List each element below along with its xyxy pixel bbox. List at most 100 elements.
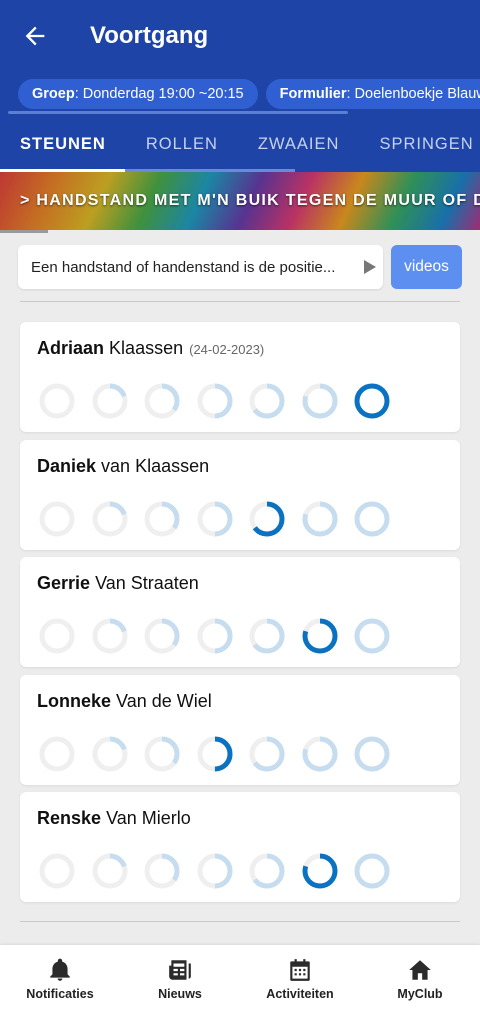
nav-myclub[interactable]: MyClub (360, 945, 480, 1013)
divider (20, 301, 460, 302)
progress-ring[interactable] (38, 382, 76, 420)
chip-value: : Doelenboekje Blauw (346, 86, 480, 102)
chips-scrollbar[interactable] (8, 111, 348, 114)
play-icon (357, 260, 383, 274)
filter-chips: Groep: Donderdag 19:00 ~20:15 Formulier:… (0, 72, 480, 116)
progress-ring[interactable] (143, 500, 181, 538)
progress-ring-active[interactable] (196, 735, 234, 773)
tab-zwaaien[interactable]: ZWAAIEN (258, 135, 340, 154)
progress-ring[interactable] (38, 617, 76, 655)
progress-ring[interactable] (143, 382, 181, 420)
form-chip[interactable]: Formulier: Doelenboekje Blauw (265, 79, 480, 109)
tab-steunen[interactable]: STEUNEN (20, 135, 106, 154)
progress-rings (38, 852, 406, 890)
progress-ring[interactable] (91, 735, 129, 773)
progress-rings (38, 617, 406, 655)
student-card: Renske Van Mierlo (20, 792, 460, 902)
arrow-left-icon (25, 26, 45, 46)
nav-nieuws[interactable]: Nieuws (120, 945, 240, 1013)
videos-button[interactable]: videos (391, 245, 462, 289)
progress-ring[interactable] (196, 500, 234, 538)
progress-ring[interactable] (301, 500, 339, 538)
last-name: Van Straaten (95, 573, 199, 593)
progress-ring[interactable] (91, 382, 129, 420)
first-name: Daniek (37, 456, 97, 476)
last-name: van Klaassen (101, 456, 210, 476)
progress-ring[interactable] (196, 617, 234, 655)
last-name: Van de Wiel (116, 691, 212, 711)
ring-progress (354, 383, 390, 419)
progress-ring-active[interactable] (301, 852, 339, 890)
back-button[interactable] (0, 0, 70, 72)
first-name: Renske (37, 808, 102, 828)
last-name: Klaassen (109, 338, 184, 358)
progress-ring[interactable] (248, 617, 286, 655)
progress-ring[interactable] (301, 382, 339, 420)
progress-ring[interactable] (248, 852, 286, 890)
group-chip[interactable]: Groep: Donderdag 19:00 ~20:15 (18, 79, 258, 109)
progress-ring-active[interactable] (301, 617, 339, 655)
progress-ring-active[interactable] (353, 382, 391, 420)
bottom-navigation: Notificaties Nieuws Activiteiten MyClub (0, 945, 480, 1013)
calendar-icon (290, 959, 310, 981)
description-text: Een handstand of handenstand is de posit… (31, 258, 336, 276)
banner-scrollbar[interactable] (0, 230, 48, 233)
nav-notificaties[interactable]: Notificaties (0, 945, 120, 1013)
first-name: Lonneke (37, 691, 112, 711)
ring-track (39, 853, 75, 889)
student-card: Gerrie Van Straaten (20, 557, 460, 667)
progress-ring[interactable] (91, 500, 129, 538)
home-icon (409, 960, 431, 980)
progress-ring[interactable] (143, 852, 181, 890)
progress-ring[interactable] (38, 500, 76, 538)
progress-ring[interactable] (91, 617, 129, 655)
student-name: Gerrie Van Straaten (37, 573, 205, 594)
ring-track (39, 736, 75, 772)
nav-label: MyClub (397, 987, 443, 1001)
student-name: Renske Van Mierlo (37, 808, 197, 829)
progress-ring[interactable] (353, 617, 391, 655)
progress-rings (38, 735, 406, 773)
description-box[interactable]: Een handstand of handenstand is de posit… (18, 245, 383, 289)
date-label: (24-02-2023) (189, 342, 265, 357)
tab-springen[interactable]: SPRINGEN (379, 135, 473, 154)
nav-activiteiten[interactable]: Activiteiten (240, 945, 360, 1013)
divider (20, 921, 460, 922)
progress-ring[interactable] (196, 852, 234, 890)
progress-ring[interactable] (38, 852, 76, 890)
bell-icon (50, 958, 70, 981)
progress-ring[interactable] (91, 852, 129, 890)
tab-rollen[interactable]: ROLLEN (146, 135, 218, 154)
progress-ring[interactable] (248, 735, 286, 773)
app-bar: Voortgang (0, 0, 480, 72)
progress-ring[interactable] (248, 382, 286, 420)
progress-ring[interactable] (143, 617, 181, 655)
nav-label: Nieuws (158, 987, 202, 1001)
ring-progress (354, 501, 390, 537)
ring-track (39, 383, 75, 419)
progress-ring[interactable] (143, 735, 181, 773)
ring-progress (354, 853, 390, 889)
progress-rings (38, 382, 406, 420)
student-name: Lonneke Van de Wiel (37, 691, 218, 712)
first-name: Gerrie (37, 573, 91, 593)
ring-track (39, 618, 75, 654)
first-name: Adriaan (37, 338, 105, 358)
student-card: Lonneke Van de Wiel (20, 675, 460, 785)
last-name: Van Mierlo (106, 808, 191, 828)
exercise-banner[interactable]: > HANDSTAND MET M'N BUIK TEGEN DE MUUR O… (0, 172, 480, 230)
progress-rings (38, 500, 406, 538)
chip-key: Formulier (279, 86, 347, 102)
progress-ring[interactable] (353, 735, 391, 773)
progress-ring[interactable] (353, 852, 391, 890)
progress-ring[interactable] (353, 500, 391, 538)
student-name: Daniek van Klaassen (37, 456, 215, 477)
student-card: Daniek van Klaassen (20, 440, 460, 550)
progress-ring[interactable] (196, 382, 234, 420)
description-row: Een handstand of handenstand is de posit… (18, 245, 462, 289)
progress-ring[interactable] (38, 735, 76, 773)
nav-label: Activiteiten (266, 987, 334, 1001)
progress-ring-active[interactable] (248, 500, 286, 538)
progress-ring[interactable] (301, 735, 339, 773)
ring-progress (354, 618, 390, 654)
